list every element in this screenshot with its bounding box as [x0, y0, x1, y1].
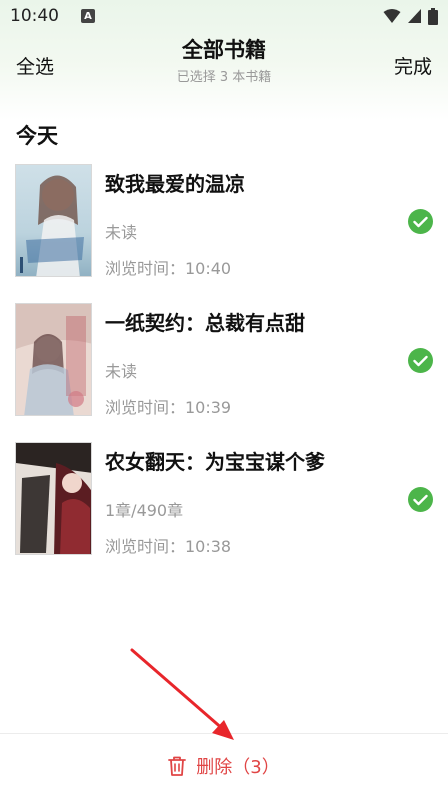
delete-label: 删除（3）: [196, 757, 280, 778]
delete-button[interactable]: 删除（3）: [0, 753, 448, 779]
status-icons: [383, 7, 438, 25]
book-cover: [15, 164, 92, 277]
book-item[interactable]: 一纸契约：总裁有点甜 未读 浏览时间：10:39: [0, 303, 448, 442]
status-bar: 10:40 A: [0, 0, 448, 32]
book-browse-time: 浏览时间：10:40: [105, 259, 232, 278]
status-time: 10:40: [10, 6, 59, 26]
trash-icon: [168, 756, 187, 776]
done-button[interactable]: 完成: [394, 52, 432, 79]
section-title-today: 今天: [16, 124, 58, 148]
book-item[interactable]: 农女翻天：为宝宝谋个爹 1章/490章 浏览时间：10:38: [0, 442, 448, 581]
book-item[interactable]: 致我最爱的温凉 未读 浏览时间：10:40: [0, 164, 448, 303]
book-progress: 未读: [105, 362, 138, 381]
signal-icon: [408, 9, 421, 23]
wifi-icon: [383, 9, 401, 23]
selected-check-icon[interactable]: [408, 487, 433, 512]
book-progress: 1章/490章: [105, 501, 184, 520]
book-list: 致我最爱的温凉 未读 浏览时间：10:40 一纸契约：总裁有点甜 未读 浏览时间…: [0, 164, 448, 581]
book-title: 农女翻天：为宝宝谋个爹: [105, 450, 325, 474]
header: 全选 全部书籍 已选择 3 本书籍 完成: [0, 32, 448, 92]
selected-check-icon[interactable]: [408, 348, 433, 373]
book-title: 致我最爱的温凉: [105, 172, 245, 196]
battery-icon: [428, 7, 438, 25]
bottom-action-bar: 删除（3）: [0, 733, 448, 796]
selected-check-icon[interactable]: [408, 209, 433, 234]
book-browse-time: 浏览时间：10:38: [105, 537, 232, 556]
book-cover: [15, 303, 92, 416]
page-title: 全部书籍: [182, 38, 266, 62]
book-title: 一纸契约：总裁有点甜: [105, 311, 305, 335]
book-browse-time: 浏览时间：10:39: [105, 398, 232, 417]
book-cover: [15, 442, 92, 555]
selection-count: 已选择 3 本书籍: [176, 70, 272, 85]
notification-icon: A: [81, 9, 95, 23]
book-progress: 未读: [105, 223, 138, 242]
